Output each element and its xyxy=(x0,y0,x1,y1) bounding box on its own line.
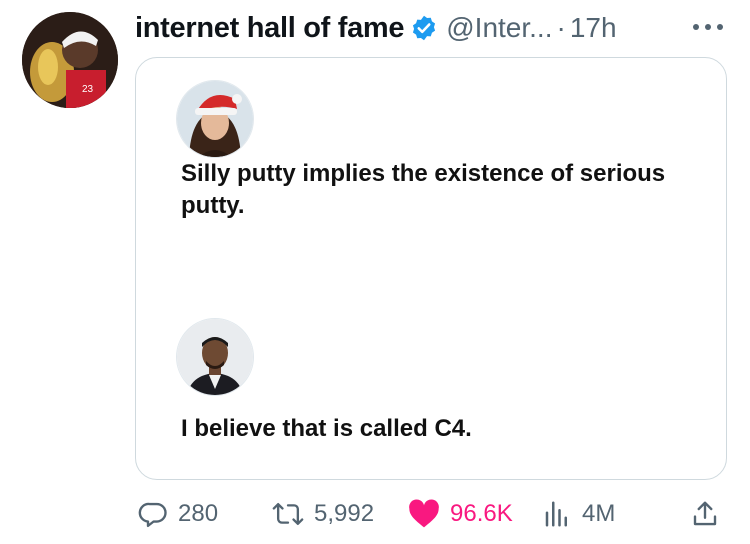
woman-santa-hat-avatar-icon xyxy=(177,81,253,157)
post2-avatar xyxy=(176,318,254,396)
heart-icon xyxy=(409,499,439,528)
retweet-icon xyxy=(272,502,304,526)
more-button[interactable] xyxy=(688,12,728,42)
tweet-header: internet hall of fame @Inter... · 17h xyxy=(135,8,617,48)
reply-button[interactable]: 280 xyxy=(138,494,218,534)
separator-dot: · xyxy=(556,12,566,43)
retweet-button[interactable]: 5,992 xyxy=(272,494,374,534)
views-button[interactable]: 4M xyxy=(542,494,615,534)
post1-text: Silly putty implies the existence of ser… xyxy=(181,160,666,219)
share-button[interactable] xyxy=(690,494,730,534)
like-button[interactable]: 96.6K xyxy=(408,494,513,534)
more-dots-icon xyxy=(693,24,723,30)
action-bar: 280 5,992 96.6K 4M xyxy=(0,494,750,534)
svg-text:23: 23 xyxy=(82,84,94,95)
like-count: 96.6K xyxy=(450,500,513,527)
views-count: 4M xyxy=(582,500,616,527)
user-handle[interactable]: @Inter... xyxy=(446,12,552,44)
avatar[interactable]: 23 xyxy=(22,12,118,108)
timestamp[interactable]: 17h xyxy=(570,12,617,44)
verified-badge-icon xyxy=(410,14,438,42)
reply-icon xyxy=(138,502,167,528)
views-chart-icon xyxy=(545,501,567,527)
retweet-count: 5,992 xyxy=(314,500,375,527)
post1-avatar xyxy=(176,80,254,158)
man-suit-avatar-icon xyxy=(177,319,253,395)
post2-text: I believe that is called C4. xyxy=(181,415,472,442)
profile-photo-icon: 23 xyxy=(22,12,118,108)
reply-count: 280 xyxy=(178,500,219,527)
share-icon xyxy=(693,501,717,526)
display-name[interactable]: internet hall of fame xyxy=(135,12,405,45)
media-image[interactable]: Silly putty implies the existence of ser… xyxy=(135,57,727,480)
